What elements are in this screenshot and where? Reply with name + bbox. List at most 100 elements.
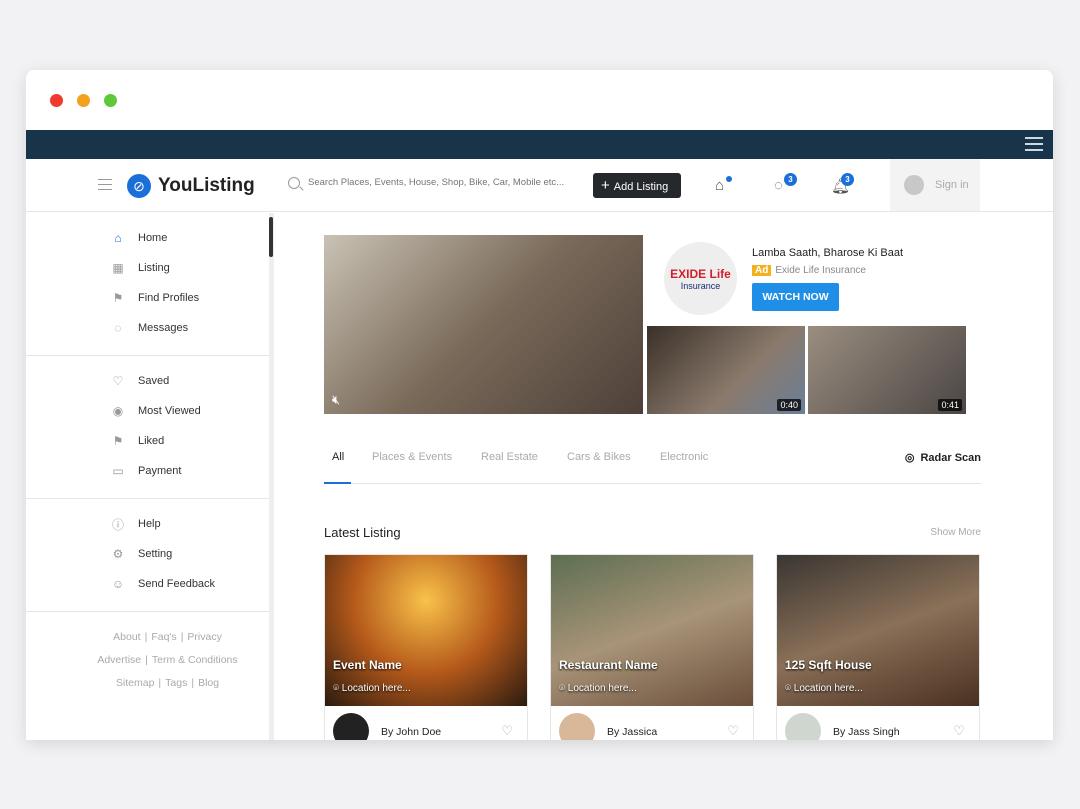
sidebar-item-liked[interactable]: ⚑ Liked — [26, 426, 269, 456]
listing-location: ⌾ Location here... — [785, 683, 863, 694]
sidebar-item-setting[interactable]: ⚙ Setting — [26, 539, 269, 569]
add-listing-button[interactable]: + Add Listing — [593, 173, 681, 198]
location-pin-icon: ⌾ — [559, 683, 568, 694]
ad-badge: Ad — [752, 265, 772, 276]
sidebar-item-label: Home — [138, 232, 168, 244]
home-dot — [726, 176, 732, 182]
home-icon: ⌂ — [715, 177, 725, 194]
logo[interactable]: YouListing — [158, 175, 255, 197]
notifications-button[interactable]: 🔔︎ 3 — [831, 173, 854, 195]
listing-name: Event Name — [333, 658, 402, 672]
video-duration: 0:41 — [938, 399, 962, 411]
advertiser-logo: EXIDE Life Insurance — [664, 242, 737, 315]
footer-link-tags[interactable]: Tags — [165, 677, 187, 689]
sidebar-item-find-profiles[interactable]: ⚑ Find Profiles — [26, 283, 269, 313]
tab-real-estate[interactable]: Real Estate — [481, 451, 538, 463]
video-thumbnail[interactable]: 0:40 — [647, 326, 805, 414]
listing-card[interactable]: Restaurant Name ⌾ Location here... By Jas… — [550, 554, 754, 740]
watch-now-button[interactable]: WATCH NOW — [752, 283, 839, 311]
search-input[interactable] — [308, 177, 568, 188]
sidebar-item-label: Liked — [138, 435, 165, 447]
category-tabs: All Places & Events Real Estate Cars & B… — [324, 435, 981, 484]
top-bar — [26, 130, 1053, 159]
listing-name: Restaurant Name — [559, 658, 658, 672]
sidebar-item-label: Help — [138, 518, 161, 530]
listing-card[interactable]: Event Name ⌾ Location here... By John Doe… — [324, 554, 528, 740]
close-window-button[interactable] — [50, 94, 63, 107]
maximize-window-button[interactable] — [104, 94, 117, 107]
sidebar-item-listing[interactable]: ▦ Listing — [26, 253, 269, 283]
sidebar-item-send-feedback[interactable]: ☺ Send Feedback — [26, 569, 269, 599]
footer-link-terms[interactable]: Term & Conditions — [152, 654, 238, 666]
footer-links: About | Faq's | Privacy Advertise | Term & Con… — [97, 631, 238, 689]
tab-electronic[interactable]: Electronic — [660, 451, 708, 463]
ad-panel: EXIDE Life Insurance Lamba Saath, Bharos… — [644, 235, 966, 325]
tab-all[interactable]: All — [332, 451, 344, 463]
sidebar-item-help[interactable]: ⓘ Help — [26, 509, 269, 539]
home-button[interactable]: ⌂ — [715, 176, 732, 194]
search-icon — [288, 177, 300, 189]
add-listing-label: Add Listing — [613, 181, 669, 193]
messages-button[interactable]: ◌ 3 — [774, 173, 797, 194]
mute-icon[interactable]: 🔇︎ — [332, 392, 340, 408]
footer-link-faq[interactable]: Faq's — [151, 631, 176, 643]
header: ⊘ YouListing +Add Listing ⌂ ◌3 🔔︎3 Sign … — [26, 159, 1053, 212]
scrollbar-thumb[interactable] — [269, 217, 273, 257]
avatar — [333, 713, 369, 740]
sidebar-toggle-icon[interactable] — [98, 179, 112, 190]
eye-icon: ◉ — [112, 404, 124, 418]
sidebar-item-payment[interactable]: ▭ Payment — [26, 456, 269, 486]
listing-location: ⌾ Location here... — [333, 683, 411, 694]
sidebar-item-label: Saved — [138, 375, 170, 387]
card-icon: ▭ — [112, 464, 124, 478]
sidebar-item-saved[interactable]: ♡ Saved — [26, 366, 269, 396]
sidebar-item-label: Payment — [138, 465, 182, 477]
sidebar-item-label: Send Feedback — [138, 578, 216, 590]
sidebar-item-label: Setting — [138, 548, 173, 560]
avatar — [559, 713, 595, 740]
advertiser-name: Exide Life Insurance — [775, 265, 866, 276]
footer-link-blog[interactable]: Blog — [198, 677, 219, 689]
minimize-window-button[interactable] — [77, 94, 90, 107]
tab-places-events[interactable]: Places & Events — [372, 451, 452, 463]
location-pin-icon: ⌾ — [333, 683, 342, 694]
footer-link-sitemap[interactable]: Sitemap — [116, 677, 155, 689]
video-thumbnail[interactable]: 0:41 — [808, 326, 966, 414]
sign-in-button[interactable]: Sign in — [890, 159, 980, 211]
logo-text: EXIDE Life — [670, 267, 731, 281]
radar-scan-label: Radar Scan — [920, 452, 981, 464]
sidebar-item-label: Messages — [138, 322, 189, 334]
tab-cars-bikes[interactable]: Cars & Bikes — [567, 451, 631, 463]
sidebar-item-label: Find Profiles — [138, 292, 200, 304]
heart-icon[interactable]: ♡ — [501, 723, 513, 739]
feedback-icon: ☺ — [111, 577, 125, 591]
chat-icon: ◌ — [114, 321, 122, 335]
sidebar-item-messages[interactable]: ◌ Messages — [26, 313, 269, 343]
footer-link-privacy[interactable]: Privacy — [187, 631, 221, 643]
show-more-link[interactable]: Show More — [930, 527, 981, 538]
notifications-badge: 3 — [841, 173, 854, 186]
gear-icon: ⚙ — [112, 547, 124, 561]
listing-location: ⌾ Location here... — [559, 683, 637, 694]
radar-scan-button[interactable]: ◎ Radar Scan — [905, 451, 981, 464]
footer-link-advertise[interactable]: Advertise — [97, 654, 141, 666]
menu-icon[interactable] — [1025, 137, 1043, 151]
ad-video-player[interactable]: 🔇︎ — [324, 235, 643, 414]
sidebar-item-most-viewed[interactable]: ◉ Most Viewed — [26, 396, 269, 426]
plus-icon: + — [601, 177, 610, 194]
listing-author: By Jass Singh — [833, 726, 900, 738]
heart-icon[interactable]: ♡ — [953, 723, 965, 739]
listing-card[interactable]: 125 Sqft House ⌾ Location here... By Jass… — [776, 554, 980, 740]
scrollbar-track[interactable] — [270, 213, 274, 740]
flag-icon: ⚑ — [112, 434, 124, 448]
browser-window: ⊘ YouListing +Add Listing ⌂ ◌3 🔔︎3 Sign … — [26, 70, 1053, 740]
avatar — [785, 713, 821, 740]
chat-icon: ◌ — [774, 177, 783, 194]
footer-link-about[interactable]: About — [113, 631, 140, 643]
sidebar-item-label: Most Viewed — [138, 405, 201, 417]
heart-icon[interactable]: ♡ — [727, 723, 739, 739]
grid-icon: ▦ — [112, 261, 124, 275]
sidebar-item-label: Listing — [138, 262, 170, 274]
location-pin-icon: ⌾ — [785, 683, 794, 694]
sidebar-item-home[interactable]: ⌂ Home — [26, 223, 269, 253]
